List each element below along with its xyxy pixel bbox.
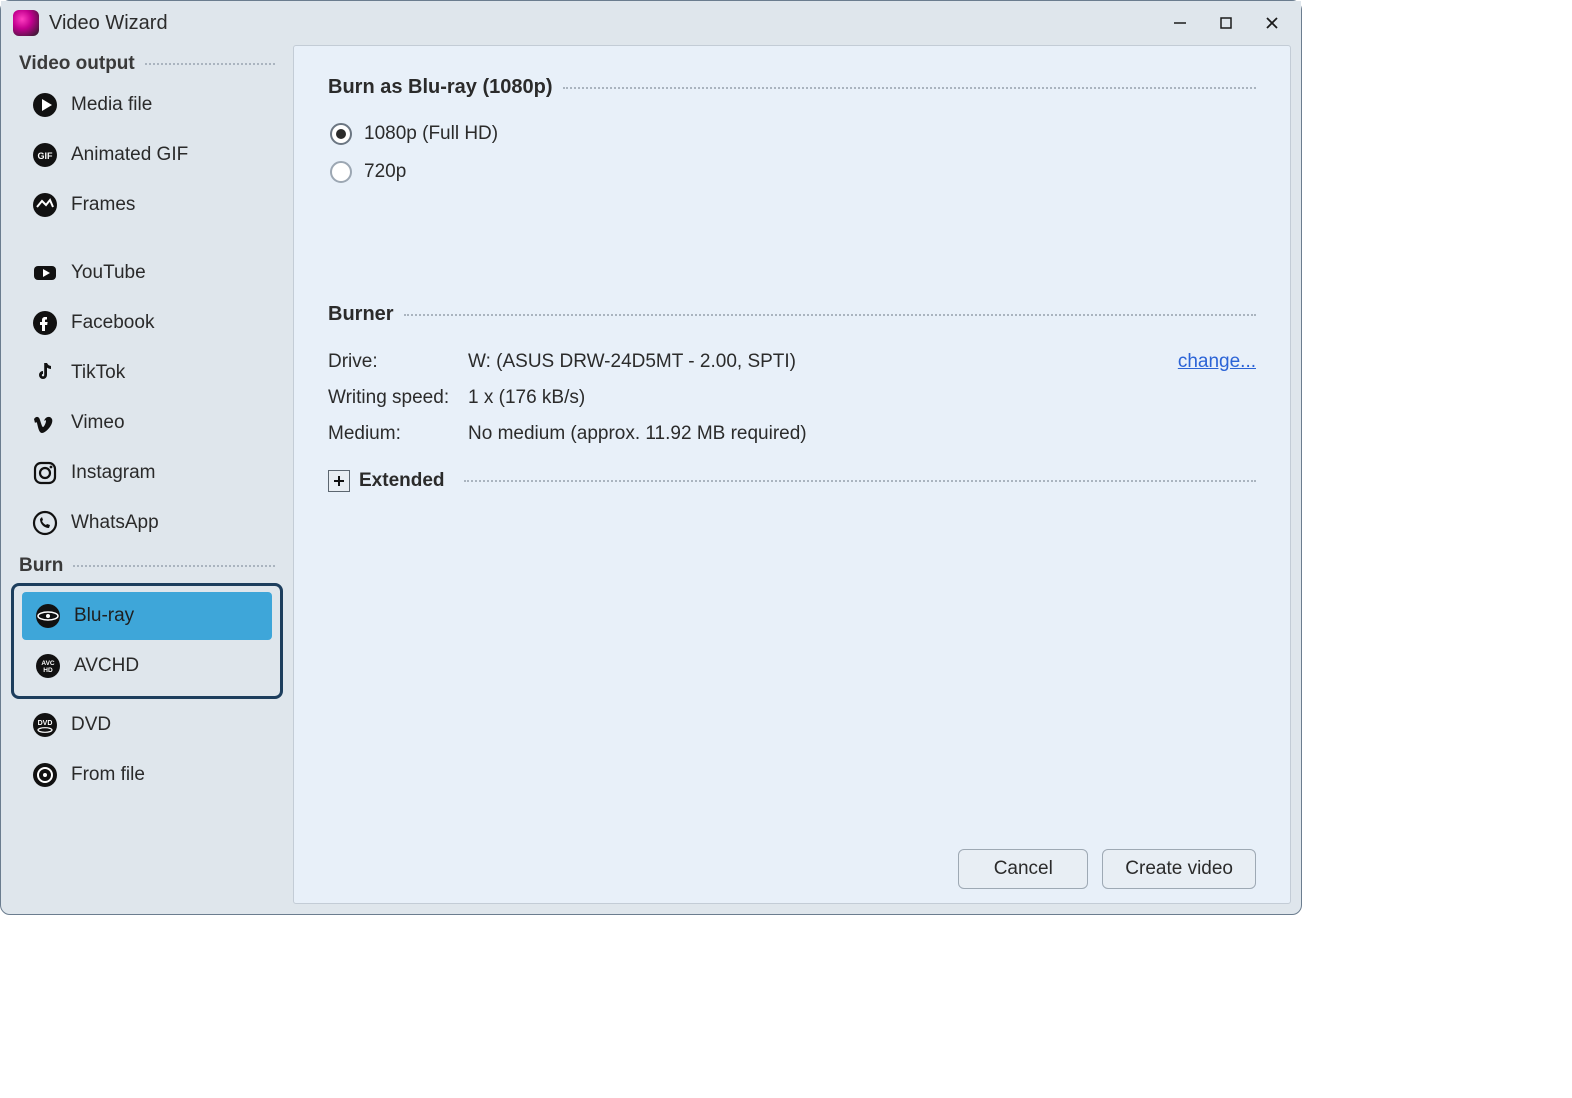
radio-icon [330,161,352,183]
divider [563,87,1256,89]
sidebar-item-label: AVCHD [74,655,139,677]
bluray-icon [34,602,62,630]
sidebar-item-label: Blu-ray [74,605,134,627]
whatsapp-icon [31,509,59,537]
sidebar-item-label: Frames [71,194,135,216]
sidebar-item-label: TikTok [71,362,125,384]
create-label: Create video [1125,858,1233,880]
medium-label: Medium: [328,423,468,445]
sidebar-item-label: WhatsApp [71,512,159,534]
sidebar-item-label: Media file [71,94,152,116]
section-header-output: Video output [11,53,283,75]
radio-label: 720p [364,161,406,183]
section-header-bluray: Burn as Blu-ray (1080p) [328,76,1256,99]
row-writing-speed: Writing speed: 1 x (176 kB/s) [328,380,1256,416]
svg-text:HD: HD [43,667,53,674]
section-title-burn: Burn [19,555,63,577]
sidebar-item-dvd[interactable]: DVD DVD [19,701,275,749]
avchd-icon: AVCHD [34,652,62,680]
divider [73,565,275,567]
titlebar: Video Wizard [1,1,1301,45]
maximize-button[interactable] [1203,1,1249,45]
sidebar-item-youtube[interactable]: YouTube [19,249,275,297]
radio-label: 1080p (Full HD) [364,123,498,145]
sidebar-item-label: Vimeo [71,412,125,434]
sidebar-item-vimeo[interactable]: Vimeo [19,399,275,447]
cancel-button[interactable]: Cancel [958,849,1088,889]
sidebar-item-avchd[interactable]: AVCHD AVCHD [22,642,272,690]
radio-1080p[interactable]: 1080p (Full HD) [328,117,1256,151]
instagram-icon [31,459,59,487]
sidebar-item-frames[interactable]: Frames [19,181,275,229]
sidebar-item-label: Facebook [71,312,154,334]
expand-button[interactable] [328,470,350,492]
sidebar-item-label: Instagram [71,462,155,484]
vimeo-icon [31,409,59,437]
drive-label: Drive: [328,351,468,373]
divider [404,314,1256,316]
svg-text:GIF: GIF [38,151,54,161]
extended-label: Extended [359,470,445,492]
sidebar-item-label: DVD [71,714,111,736]
sidebar: Video output Media file GIF Animated GIF… [11,45,283,904]
change-drive-link[interactable]: change... [1178,351,1256,373]
sidebar-item-animated-gif[interactable]: GIF Animated GIF [19,131,275,179]
sidebar-item-label: YouTube [71,262,146,284]
section-header-burn: Burn [11,555,283,577]
sidebar-item-whatsapp[interactable]: WhatsApp [19,499,275,547]
speed-value: 1 x (176 kB/s) [468,387,1256,409]
divider [464,480,1256,482]
svg-text:AVC: AVC [41,660,55,667]
frames-icon [31,191,59,219]
window-title: Video Wizard [49,12,168,35]
play-icon [31,91,59,119]
sidebar-item-label: From file [71,764,145,786]
close-button[interactable] [1249,1,1295,45]
tiktok-icon [31,359,59,387]
sidebar-item-instagram[interactable]: Instagram [19,449,275,497]
radio-720p[interactable]: 720p [328,155,1256,189]
content-panel: Burn as Blu-ray (1080p) 1080p (Full HD) … [293,45,1291,904]
facebook-icon [31,309,59,337]
row-medium: Medium: No medium (approx. 11.92 MB requ… [328,416,1256,452]
sidebar-item-facebook[interactable]: Facebook [19,299,275,347]
section-title: Burn as Blu-ray (1080p) [328,76,553,99]
medium-value: No medium (approx. 11.92 MB required) [468,423,1256,445]
disc-file-icon [31,761,59,789]
drive-value: W: (ASUS DRW-24D5MT - 2.00, SPTI) [468,351,1178,373]
sidebar-item-tiktok[interactable]: TikTok [19,349,275,397]
minimize-button[interactable] [1157,1,1203,45]
svg-text:DVD: DVD [38,720,53,727]
gif-icon: GIF [31,141,59,169]
sidebar-item-from-file[interactable]: From file [19,751,275,799]
video-wizard-window: Video Wizard Video output Media file GIF… [0,0,1302,915]
youtube-icon [31,259,59,287]
create-video-button[interactable]: Create video [1102,849,1256,889]
burn-highlight-box: Blu-ray AVCHD AVCHD [11,583,283,699]
section-title: Burner [328,303,394,326]
sidebar-item-label: Animated GIF [71,144,188,166]
section-header-burner: Burner [328,303,1256,326]
sidebar-item-media-file[interactable]: Media file [19,81,275,129]
dvd-icon: DVD [31,711,59,739]
cancel-label: Cancel [994,858,1053,880]
section-title-output: Video output [19,53,135,75]
app-icon [13,10,39,36]
radio-icon [330,123,352,145]
sidebar-item-bluray[interactable]: Blu-ray [22,592,272,640]
footer: Cancel Create video [328,837,1256,889]
speed-label: Writing speed: [328,387,468,409]
extended-row: Extended [328,470,1256,492]
row-drive: Drive: W: (ASUS DRW-24D5MT - 2.00, SPTI)… [328,344,1256,380]
divider [145,63,275,65]
